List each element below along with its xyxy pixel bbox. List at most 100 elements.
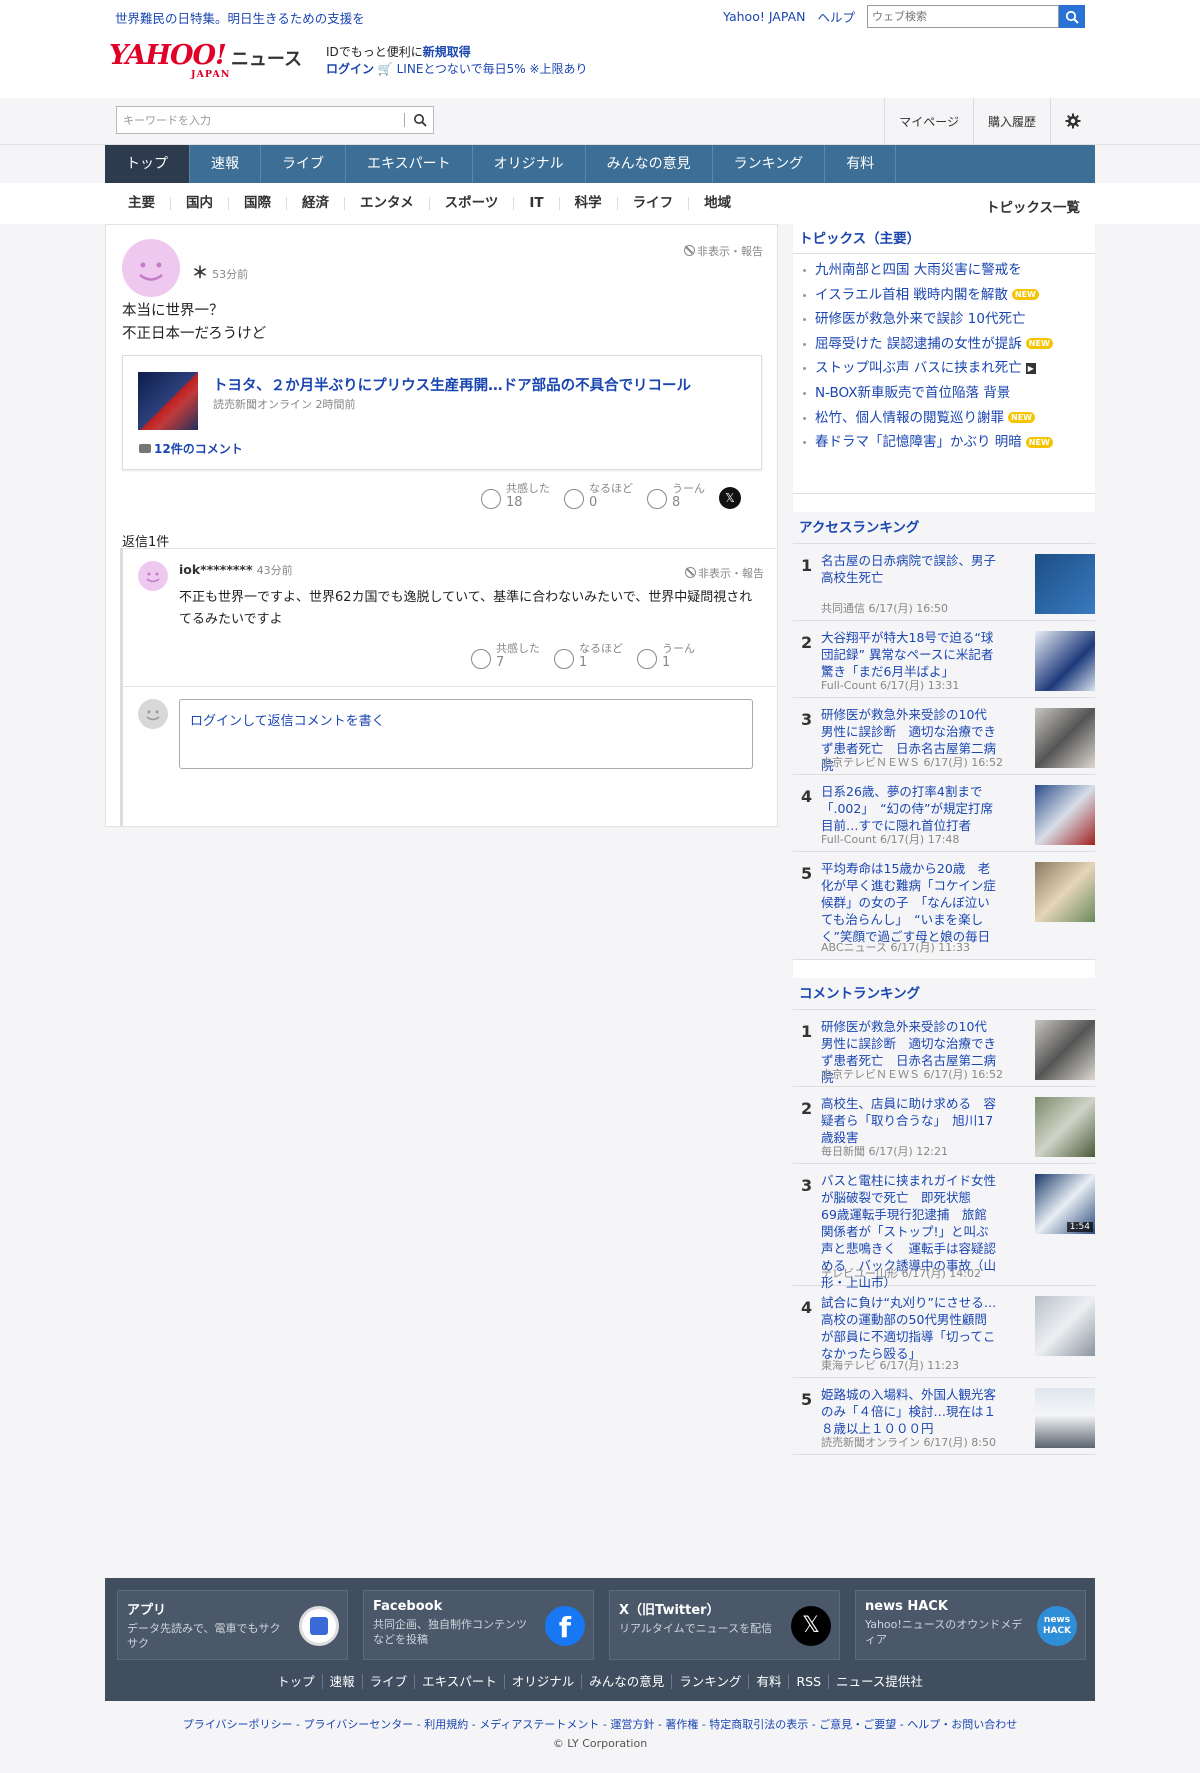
ranking-item[interactable]: 2 高校生、店員に助け求める 容疑者ら「取り合うな」 旭川17歳殺害 毎日新聞 6/… [793,1087,1095,1164]
reaction-hmm[interactable]: うーん 8 [647,483,705,511]
mypage-link[interactable]: マイページ [884,98,973,144]
ranking-title[interactable]: 平均寿命は15歳から20歳 老化が早く進む難病「コケイン症候群」の女の子 「なん… [821,860,999,945]
help-link[interactable]: ヘルプ [817,7,855,26]
ranking-item[interactable]: 5 平均寿命は15歳から20歳 老化が早く進む難病「コケイン症候群」の女の子 「な… [793,852,1095,960]
nav-breaking[interactable]: 速報 [190,145,261,183]
footer-link[interactable]: みんなの意見 [582,1674,673,1689]
promo-link[interactable]: 世界難民の日特集。明日生きるための支援を [115,8,365,27]
footer-link[interactable]: エキスパート [415,1674,505,1689]
topic-item[interactable]: ストップ叫ぶ声 バスに挟まれ死亡 ▶ [793,356,1095,381]
footer-link[interactable]: 速報 [322,1674,363,1689]
subnav-science[interactable]: 科学 [560,196,618,210]
subnav-world[interactable]: 国際 [229,196,287,210]
reaction-empathy[interactable]: 共感した 7 [471,643,540,671]
footer-link[interactable]: ランキング [672,1674,750,1689]
ranking-item[interactable]: 1 名古屋の日赤病院で誤診、男子高校生死亡 共同通信 6/17(月) 16:50 [793,544,1095,621]
nav-paid[interactable]: 有料 [825,145,897,183]
ranking-meta: 東海テレビ 6/17(月) 11:23 [821,1359,959,1372]
ranking-title[interactable]: 高校生、店員に助け求める 容疑者ら「取り合うな」 旭川17歳殺害 [821,1095,999,1146]
subnav-life[interactable]: ライフ [618,196,690,210]
subnav-local[interactable]: 地域 [689,196,746,210]
footer-link[interactable]: ライブ [362,1674,416,1689]
reply-user[interactable]: iok******** [179,562,252,577]
ranking-title[interactable]: 名古屋の日赤病院で誤診、男子高校生死亡 [821,552,999,586]
footer-link[interactable]: オリジナル [504,1674,583,1689]
ranking-item[interactable]: 3 研修医が救急外来受診の10代男性に誤診断 適切な治療できず患者死亡 日赤名古屋… [793,698,1095,775]
avatar [138,561,168,591]
footer-link[interactable]: RSS [789,1674,830,1689]
line-promo-link[interactable]: LINEとつないで毎日5% ※上限あり [397,62,588,76]
yahoo-news-logo[interactable]: YAHOO! JAPAN ニュース [109,42,302,80]
ranking-item[interactable]: 5 姫路城の入場料、外国人観光客のみ「４倍に」検討…現在は１８歳以上１０００円 読売… [793,1378,1095,1455]
keyword-search[interactable]: キーワードを入力 [116,106,434,134]
footer: アプリ データ先読みで、電車でもサクサク Facebook 共同企画、独自制作コンテ… [105,1578,1095,1701]
nav-live[interactable]: ライブ [261,145,346,183]
purchase-history-link[interactable]: 購入履歴 [972,98,1050,144]
settings-button[interactable] [1050,98,1095,144]
keyword-search-input[interactable]: キーワードを入力 [123,112,211,128]
ranking-title[interactable]: 日系26歳、夢の打率4割まで「.002」 “幻の侍”が規定打席目前…すでに隠れ首… [821,783,999,834]
footer-link[interactable]: ニュース提供社 [829,1674,930,1689]
ranking-title[interactable]: 姫路城の入場料、外国人観光客のみ「４倍に」検討…現在は１８歳以上１０００円 [821,1386,999,1437]
topic-item[interactable]: 研修医が救急外来で誤診 10代死亡 [793,307,1095,332]
footer-card-facebook[interactable]: Facebook 共同企画、独自制作コンテンツなどを投稿 f [363,1590,594,1660]
topic-item[interactable]: 松竹、個人情報の閲覧巡り謝罪 NEW [793,406,1095,431]
reply-login-box[interactable]: ログインして返信コメントを書く [179,699,753,769]
yahoo-japan-link[interactable]: Yahoo! JAPAN [723,9,805,24]
footer-card-x[interactable]: X（旧Twitter） リアルタイムでニュースを配信 𝕏 [609,1590,840,1660]
web-search-input[interactable] [867,5,1059,28]
topics-list-link[interactable]: トピックス一覧 [986,196,1080,216]
reaction-empathy[interactable]: 共感した 18 [481,483,550,511]
nav-original[interactable]: オリジナル [473,145,586,183]
reply-report-link[interactable]: 非表示・報告 [685,565,764,581]
web-search-button[interactable] [1059,5,1085,28]
reaction-insight[interactable]: なるほど 0 [564,483,633,511]
ranking-item[interactable]: 1 研修医が救急外来受診の10代男性に誤診断 適切な治療できず患者死亡 日赤名古屋… [793,1010,1095,1087]
reaction-hmm[interactable]: うーん 1 [637,643,695,671]
article-card[interactable]: トヨタ、２か月半ぶりにプリウス生産再開…ドア部品の不具合でリコール 読売新聞オン… [122,355,762,470]
subnav-economy[interactable]: 経済 [287,196,345,210]
footer-link[interactable]: トップ [270,1674,323,1689]
article-title[interactable]: トヨタ、２か月半ぶりにプリウス生産再開…ドア部品の不具合でリコール [213,374,691,395]
x-share-icon[interactable]: 𝕏 [719,487,741,509]
ranking-thumbnail [1035,1296,1095,1356]
footer-link[interactable]: 有料 [749,1674,790,1689]
footer-card-newshack[interactable]: news HACK Yahoo!ニュースのオウンドメディア news HACK [855,1590,1086,1660]
report-link[interactable]: 非表示・報告 [684,243,763,259]
comment-panel: ＊ 53分前 非表示・報告 本当に世界一？ 不正日本一だろうけど トヨタ、２か月… [105,224,778,827]
signup-link[interactable]: 新規取得 [423,45,471,59]
subnav-domestic[interactable]: 国内 [171,196,229,210]
footer-card-app[interactable]: アプリ データ先読みで、電車でもサクサク [117,1590,348,1660]
article-comments-link[interactable]: 12件のコメント [139,440,243,457]
subnav-entertainment[interactable]: エンタメ [345,196,430,210]
topic-item[interactable]: イスラエル首相 戦時内閣を解散 NEW [793,283,1095,308]
ranking-item[interactable]: 2 大谷翔平が特大18号で迫る“球団記録” 異常なペースに米記者驚き「まだ6月半ば… [793,621,1095,698]
comment-body: 本当に世界一？ 不正日本一だろうけど [122,303,267,342]
comment-user[interactable]: ＊ [192,263,208,282]
topic-item[interactable]: 春ドラマ「記憶障害」かぶり 明暗 NEW [793,430,1095,455]
subnav-sports[interactable]: スポーツ [430,196,515,210]
nav-expert[interactable]: エキスパート [346,145,473,183]
ranking-item[interactable]: 4 日系26歳、夢の打率4割まで「.002」 “幻の侍”が規定打席目前…すでに隠れ… [793,775,1095,852]
topic-item[interactable]: 屈辱受けた 誤認逮捕の女性が提訴 NEW [793,332,1095,357]
ranking-item[interactable]: 3 バスと電柱に挟まれガイド女性が脳破裂で死亡 即死状態 69歳運転手現行犯逮捕 … [793,1164,1095,1290]
nav-opinion[interactable]: みんなの意見 [586,145,713,183]
article-thumbnail [138,372,198,430]
topic-item[interactable]: 九州南部と四国 大雨災害に警戒を [793,258,1095,283]
ranking-item[interactable]: 4 試合に負け“丸刈り”にさせる…高校の運動部の50代男性顧問が部員に不適切指導「… [793,1286,1095,1378]
nav-top[interactable]: トップ [105,145,190,183]
topic-item[interactable]: N-BOX新車販売で首位陥落 背景 [793,381,1095,406]
subnav-main[interactable]: 主要 [113,196,171,210]
legal-links[interactable]: プライバシーポリシー - プライバシーセンター - 利用規約 - メディアステー… [0,1716,1200,1732]
video-icon: ▶ [1025,362,1036,374]
login-link[interactable]: ログイン [326,62,374,76]
nav-ranking[interactable]: ランキング [713,145,826,183]
ranking-thumbnail [1035,708,1095,768]
ranking-title[interactable]: 試合に負け“丸刈り”にさせる…高校の運動部の50代男性顧問が部員に不適切指導「切… [821,1294,999,1362]
main-nav: トップ 速報 ライブ エキスパート オリジナル みんなの意見 ランキング 有料 [105,145,1095,183]
reply-reactions: 共感した 7 なるほど 1 うーん 1 [471,643,695,671]
reaction-insight[interactable]: なるほど 1 [554,643,623,671]
ranking-title[interactable]: 大谷翔平が特大18号で迫る“球団記録” 異常なペースに米記者驚き「まだ6月半ばよ… [821,629,999,680]
subnav-it[interactable]: IT [514,196,560,210]
search-icon[interactable] [413,113,427,127]
